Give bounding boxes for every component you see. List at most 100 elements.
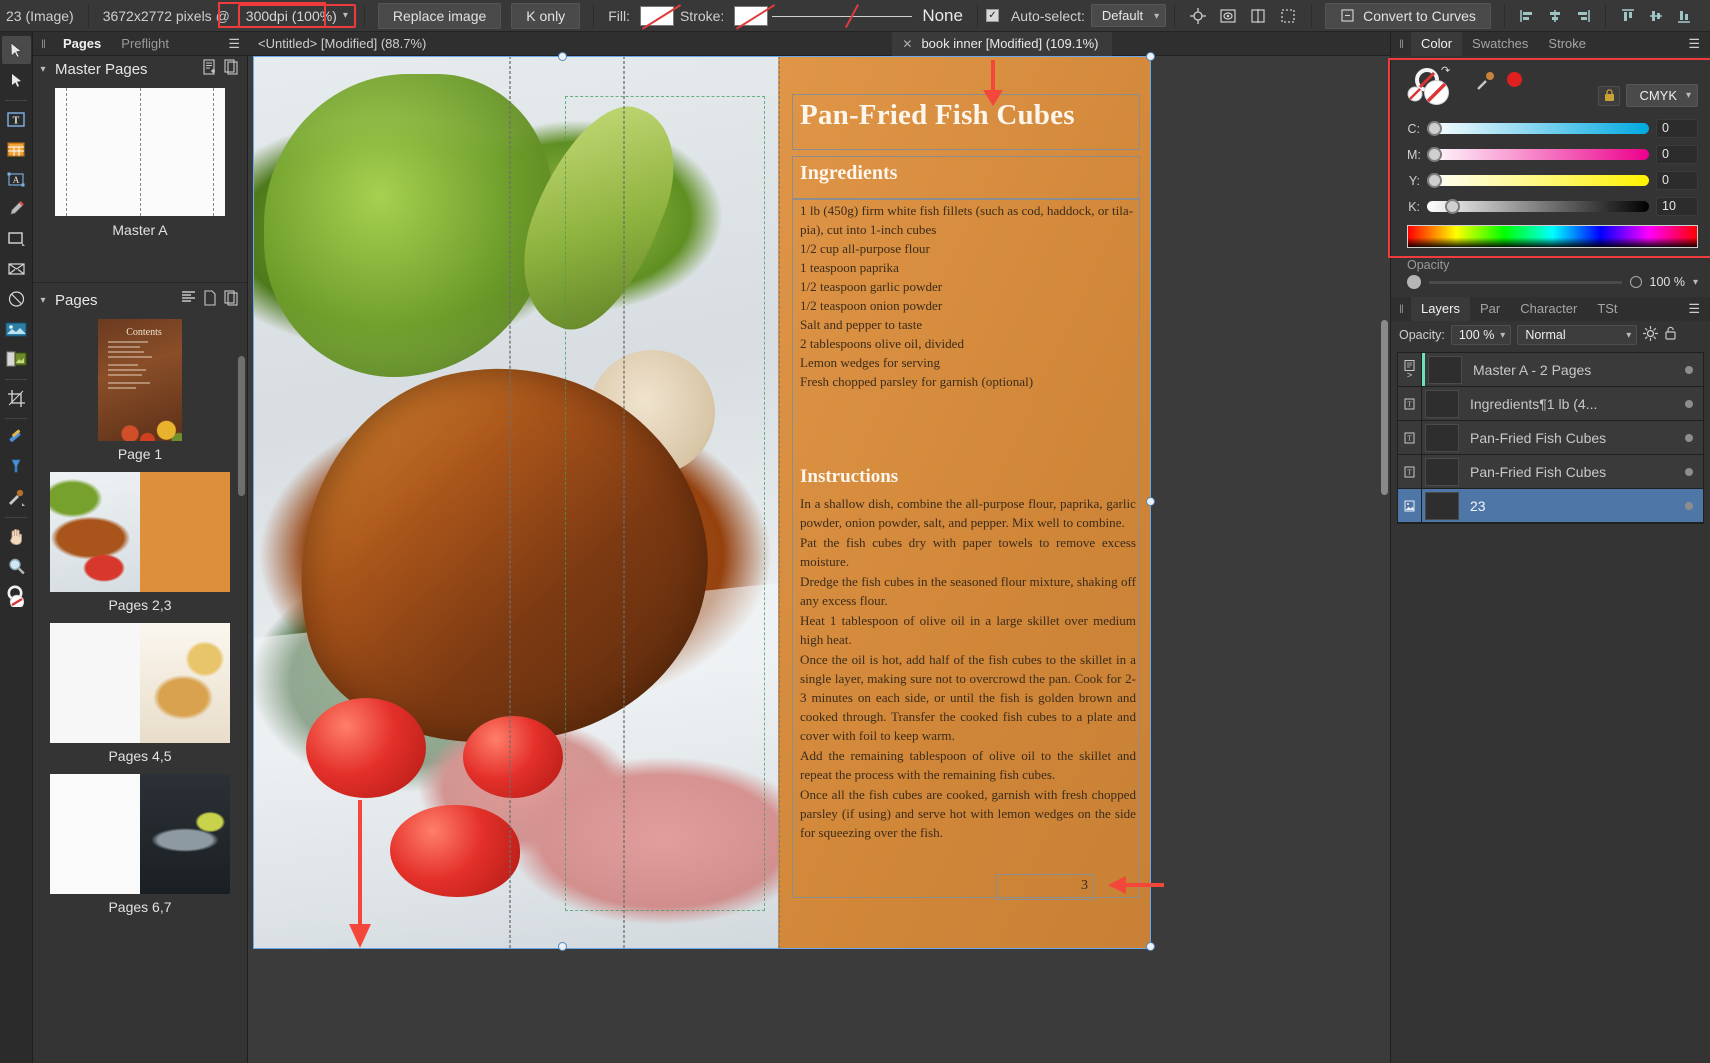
align-center-horizontal-icon[interactable] [1543, 5, 1567, 27]
layer-visibility-toggle[interactable] [1685, 399, 1693, 408]
slider-knob[interactable] [1427, 121, 1442, 136]
current-color-dot[interactable] [1507, 72, 1522, 87]
magenta-value[interactable]: 0 [1656, 145, 1698, 164]
stroke-width-preview[interactable] [772, 5, 913, 27]
image-frame-tool[interactable] [2, 345, 31, 373]
picture-frame-tool[interactable] [2, 255, 31, 283]
dpi-dropdown[interactable]: 300dpi (100%) ▾ [237, 3, 356, 28]
none-swatch-tool[interactable] [2, 582, 31, 610]
k-only-button[interactable]: K only [511, 2, 581, 29]
color-picker-icon[interactable] [1475, 70, 1497, 97]
move-tool[interactable] [1, 36, 31, 64]
lock-icon[interactable] [1664, 326, 1677, 344]
gradient-tool[interactable] [2, 453, 31, 481]
selection-handle[interactable] [558, 52, 567, 61]
page-thumbnail-item[interactable]: Pages 4,5 [33, 623, 247, 764]
slider-knob[interactable] [1445, 199, 1460, 214]
tab-color[interactable]: Color [1410, 32, 1463, 56]
tab-layers[interactable]: Layers [1410, 297, 1470, 321]
fill-stroke-swatches[interactable]: ↷ [1407, 64, 1465, 111]
dashed-select-icon[interactable] [1275, 4, 1301, 28]
convert-to-curves-button[interactable]: Convert to Curves [1325, 2, 1491, 29]
dock-tab-preflight[interactable]: Preflight [111, 32, 179, 56]
text-frame-tool[interactable]: T [2, 105, 31, 133]
secondary-swatch-icon[interactable] [1407, 86, 1423, 107]
cyan-value[interactable]: 0 [1656, 119, 1698, 138]
align-left-icon[interactable] [1515, 5, 1539, 27]
stroke-swatch[interactable] [734, 5, 769, 26]
dock-grip-icon[interactable]: ‖ [1391, 302, 1411, 316]
align-bottom-icon[interactable] [1672, 5, 1696, 27]
document-tab-untitled[interactable]: <Untitled> [Modified] (88.7%) [248, 32, 440, 56]
cyan-slider[interactable] [1427, 121, 1649, 136]
close-icon[interactable]: ✕ [902, 37, 912, 51]
chevron-down-icon[interactable]: ▾ [37, 295, 49, 306]
layer-row-ingredients[interactable]: T Ingredients¶1 lb (4... [1398, 387, 1703, 421]
pages-scrollbar[interactable] [238, 356, 245, 496]
color-spectrum-strip[interactable] [1407, 225, 1698, 248]
opacity-track[interactable] [1429, 280, 1622, 284]
black-value[interactable]: 10 [1656, 197, 1698, 216]
blend-mode-dropdown[interactable]: Normal ▾ [1517, 325, 1638, 345]
slider-knob[interactable] [1427, 173, 1442, 188]
color-picker-tool[interactable] [2, 483, 31, 511]
color-model-dropdown[interactable]: CMYK ▾ [1626, 84, 1698, 107]
hamburger-icon[interactable]: ☰ [1688, 36, 1710, 52]
pen-tool[interactable] [2, 195, 31, 223]
opacity-value[interactable]: 100 % [1650, 275, 1685, 289]
chevron-down-icon[interactable]: ▾ [1693, 277, 1698, 288]
auto-select-dropdown[interactable]: Default ▾ [1090, 4, 1167, 27]
page-thumbnail-item[interactable]: Pages 2,3 [33, 472, 247, 613]
layer-visibility-toggle[interactable] [1685, 365, 1693, 374]
layer-visibility-toggle[interactable] [1685, 467, 1693, 476]
replace-image-button[interactable]: Replace image [377, 2, 502, 29]
page-recipe[interactable]: Pan-Fried Fish Cubes Ingredients 1 lb (4… [778, 56, 1151, 948]
slider-knob[interactable] [1427, 147, 1442, 162]
artboard-spread[interactable]: Pan-Fried Fish Cubes Ingredients 1 lb (4… [253, 56, 1151, 948]
tab-text-styles[interactable]: TSt [1587, 297, 1627, 321]
fill-swatch[interactable] [639, 5, 674, 26]
page-thumbnail-item[interactable]: Contents Page 1 [33, 319, 247, 462]
zoom-tool[interactable] [2, 552, 31, 580]
table-tool[interactable] [2, 135, 31, 163]
chevron-down-icon[interactable]: ▾ [37, 64, 49, 75]
layer-row-master-a[interactable]: > Master A - 2 Pages [1398, 353, 1703, 387]
dock-tab-pages[interactable]: Pages [53, 32, 111, 56]
align-right-icon[interactable] [1571, 5, 1595, 27]
lock-icon[interactable] [1598, 85, 1621, 106]
align-top-icon[interactable] [1616, 5, 1640, 27]
layer-row-image-23[interactable]: 23 [1398, 489, 1703, 523]
duplicate-master-icon[interactable] [224, 59, 239, 79]
tab-stroke[interactable]: Stroke [1538, 32, 1596, 56]
yellow-slider[interactable] [1427, 173, 1649, 188]
spread-options-icon[interactable] [181, 290, 196, 310]
opacity-knob[interactable] [1407, 275, 1421, 289]
tab-swatches[interactable]: Swatches [1462, 32, 1538, 56]
duplicate-page-icon[interactable] [224, 290, 239, 310]
align-middle-vertical-icon[interactable] [1644, 5, 1668, 27]
dock-grip-icon[interactable]: ‖ [1391, 37, 1411, 51]
fill-none-icon[interactable] [1423, 79, 1450, 111]
artistic-text-tool[interactable]: A [2, 165, 31, 193]
anchor-point-icon[interactable] [1185, 4, 1211, 28]
auto-select-checkbox[interactable]: ✓ [985, 9, 999, 22]
layer-visibility-toggle[interactable] [1685, 433, 1693, 442]
layers-scrollbar[interactable] [1381, 320, 1388, 495]
swap-colors-icon[interactable]: ↷ [1441, 64, 1450, 77]
node-tool[interactable] [2, 66, 31, 94]
selection-handle[interactable] [1146, 942, 1155, 951]
hamburger-icon[interactable]: ☰ [1688, 301, 1710, 317]
tab-paragraph[interactable]: Par [1470, 297, 1510, 321]
selection-handle[interactable] [1146, 497, 1155, 506]
place-image-tool[interactable] [2, 315, 31, 343]
ellipse-tool[interactable] [2, 285, 31, 313]
document-canvas[interactable]: Pan-Fried Fish Cubes Ingredients 1 lb (4… [248, 56, 1390, 1063]
layer-row-title-1[interactable]: T Pan-Fried Fish Cubes [1398, 421, 1703, 455]
master-page-thumbnail[interactable] [55, 88, 225, 216]
show-preview-icon[interactable] [1215, 4, 1241, 28]
dock-grip-icon[interactable]: ‖ [33, 37, 53, 51]
layer-visibility-toggle[interactable] [1685, 501, 1693, 510]
layer-opacity-dropdown[interactable]: 100 % ▾ [1450, 325, 1512, 345]
tab-character[interactable]: Character [1510, 297, 1587, 321]
page-number-frame[interactable]: 3 [996, 874, 1094, 900]
